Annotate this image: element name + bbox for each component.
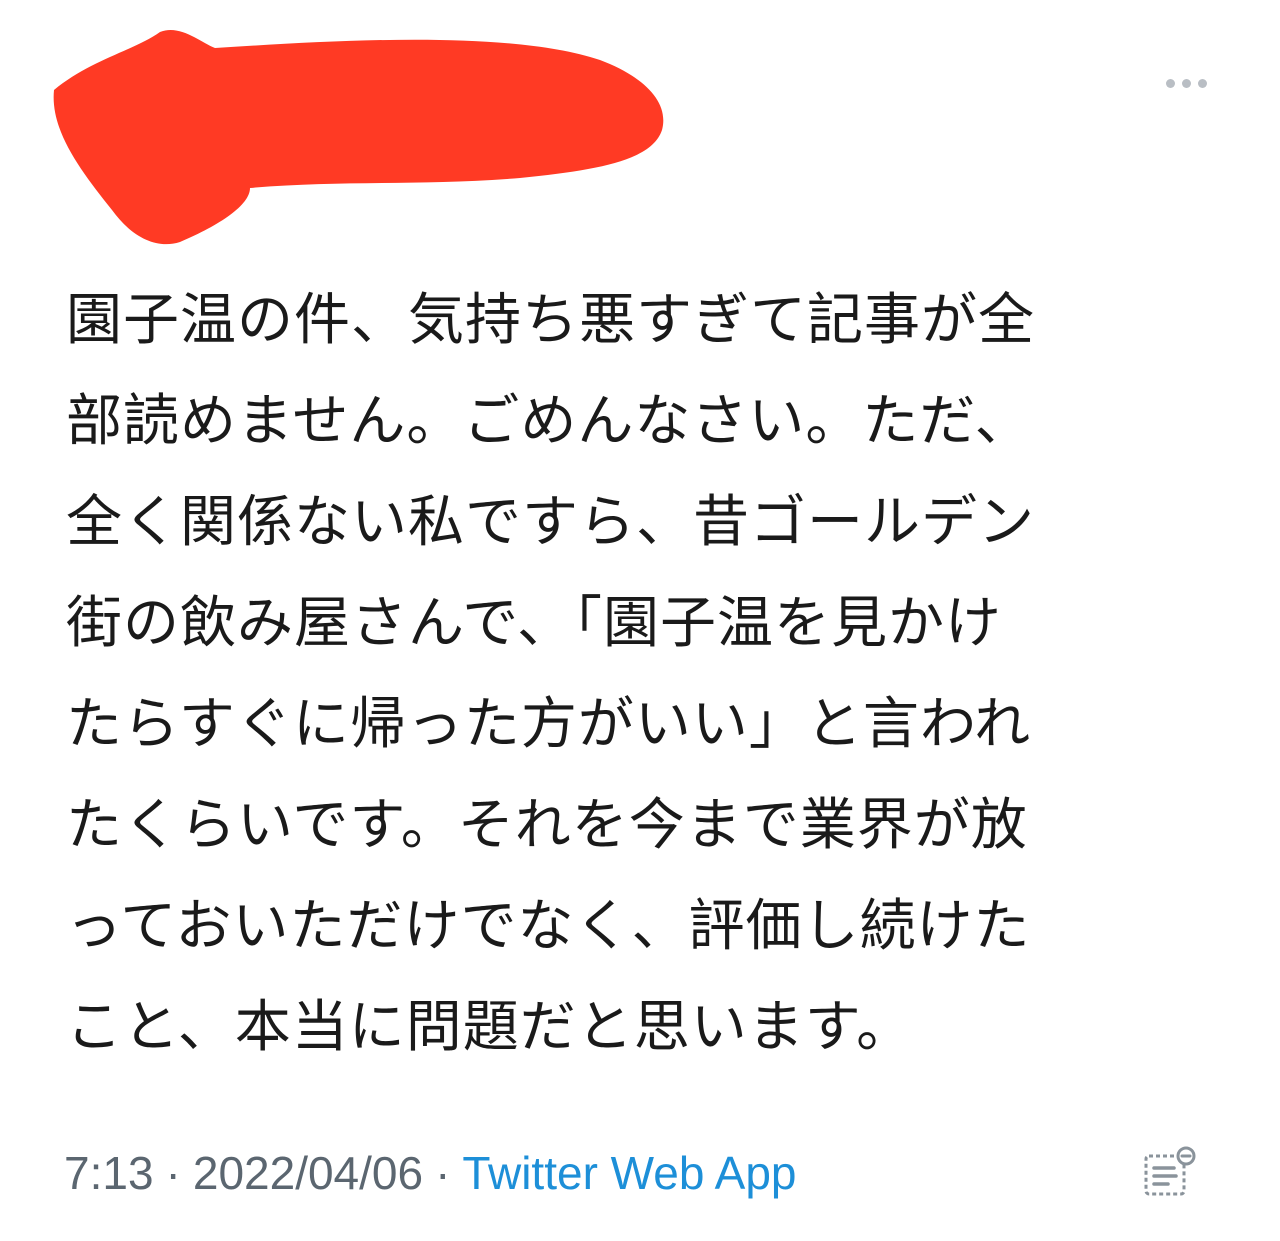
meta-separator: · [165,1147,181,1199]
more-dot [1165,78,1175,88]
more-options-button[interactable] [1158,72,1214,94]
tweet-time[interactable]: 7:13 [64,1146,154,1200]
tweet-text: 園子温の件、気持ち悪すぎて記事が全 部読めません。ごめんなさい。ただ、 全く関係… [66,270,1226,1078]
tweet-header [40,20,1240,250]
tweet-text-line: っておいただけでなく、評価し続けた [66,894,1031,959]
redaction-mark [53,29,664,245]
tweet-text-line: たくらいです。それを今まで業界が放 [66,793,1028,858]
tweet-text-line: 園子温の件、気持ち悪すぎて記事が全 [66,288,1035,353]
tweet-metadata: 7:13 · 2022/04/06 · Twitter Web App [64,1143,797,1203]
tweet-card: 園子温の件、気持ち悪すぎて記事が全 部読めません。ごめんなさい。ただ、 全く関係… [0,0,1280,1241]
analytics-icon[interactable] [1140,1146,1200,1202]
meta-separator: · [435,1147,451,1199]
more-dot [1197,78,1207,88]
tweet-text-line: たらすぐに帰った方がいい」と言われ [66,692,1032,757]
tweet-date[interactable]: 2022/04/06 [193,1146,423,1200]
tweet-text-line: こと、本当に問題だと思います。 [66,995,914,1060]
tweet-text-line: 全く関係ない私ですら、昔ゴールデン [66,490,1035,555]
tweet-text-line: 街の飲み屋さんで、「園子温を見かけ [66,591,1002,656]
tweet-text-line: 部読めません。ごめんなさい。ただ、 [66,389,1032,454]
tweet-source-link[interactable]: Twitter Web App [462,1146,796,1200]
more-dot [1181,78,1191,88]
